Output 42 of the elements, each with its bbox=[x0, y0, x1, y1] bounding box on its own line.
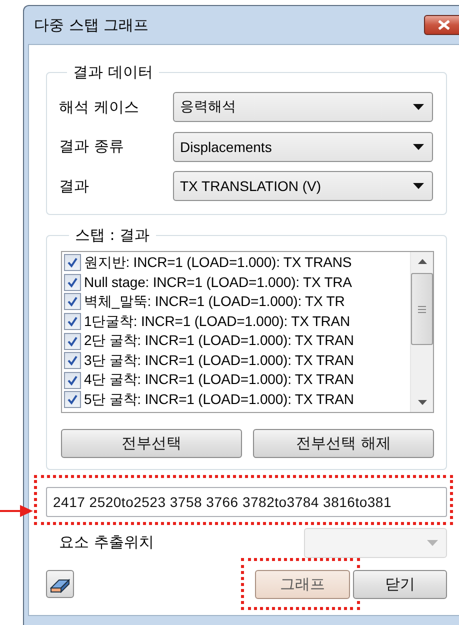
checkbox[interactable] bbox=[64, 332, 81, 350]
caret-icon bbox=[427, 540, 438, 546]
field-label: 결과 종류 bbox=[59, 137, 125, 156]
dropdown[interactable]: 응력해석 bbox=[173, 92, 433, 122]
field-label: 요소 추출위치 bbox=[58, 533, 154, 552]
deselect-all-button[interactable]: 전부선택 해제 bbox=[253, 429, 434, 458]
caret-icon bbox=[413, 104, 424, 110]
checkbox[interactable] bbox=[64, 372, 81, 389]
checkbox[interactable] bbox=[64, 352, 81, 370]
checkbox[interactable] bbox=[64, 254, 81, 272]
close-icon bbox=[438, 20, 450, 30]
step-label[interactable]: 원지반: INCR=1 (LOAD=1.000): TX TRANS bbox=[84, 254, 352, 272]
step-label[interactable]: 3단 굴착: INCR=1 (LOAD=1.000): TX TRAN bbox=[84, 352, 354, 370]
checkbox[interactable] bbox=[64, 274, 81, 291]
dialog-button[interactable]: 그래프 bbox=[255, 570, 350, 599]
step-label[interactable]: 2단 굴착: INCR=1 (LOAD=1.000): TX TRAN bbox=[84, 332, 354, 350]
field-label: 해석 케이스 bbox=[59, 98, 140, 116]
step-label[interactable]: 벽체_말뚝: INCR=1 (LOAD=1.000): TX TR bbox=[84, 292, 345, 311]
step-label[interactable]: Null stage: INCR=1 (LOAD=1.000): TX TRA bbox=[84, 274, 352, 290]
select-all-button[interactable]: 전부선택 bbox=[61, 429, 242, 458]
checkbox[interactable] bbox=[64, 391, 81, 408]
checkbox[interactable] bbox=[64, 293, 81, 310]
group-title: 결과 데이터 bbox=[72, 63, 154, 82]
window-title: 다중 스탭 그래프 bbox=[34, 16, 150, 34]
caret-icon bbox=[413, 144, 424, 150]
step-label[interactable]: 1단굴착: INCR=1 (LOAD=1.000): TX TRAN bbox=[84, 312, 350, 331]
scroll-thumb[interactable] bbox=[411, 273, 433, 345]
eraser-button[interactable] bbox=[46, 570, 74, 598]
scrollbar[interactable] bbox=[410, 252, 433, 412]
scroll-down-icon[interactable] bbox=[418, 400, 426, 405]
dropdown[interactable]: TX TRANSLATION (V) bbox=[173, 171, 433, 201]
close-button[interactable] bbox=[424, 15, 459, 35]
step-label[interactable]: 4단 굴착: INCR=1 (LOAD=1.000): TX TRAN bbox=[84, 371, 354, 390]
scroll-up-icon[interactable] bbox=[418, 259, 426, 264]
field-label: 결과 bbox=[59, 176, 90, 196]
checkbox[interactable] bbox=[64, 313, 81, 330]
group-title: 스탭 : 결과 bbox=[74, 226, 151, 245]
element-list-field[interactable]: 2417 2520to2523 3758 3766 3782to3784 3816to381 bbox=[46, 487, 447, 517]
dialog-button[interactable]: 닫기 bbox=[353, 570, 447, 599]
step-label[interactable]: 5단 굴착: INCR=1 (LOAD=1.000): TX TRAN bbox=[84, 390, 354, 409]
dropdown[interactable]: Displacements bbox=[173, 132, 433, 162]
caret-icon bbox=[413, 183, 424, 189]
